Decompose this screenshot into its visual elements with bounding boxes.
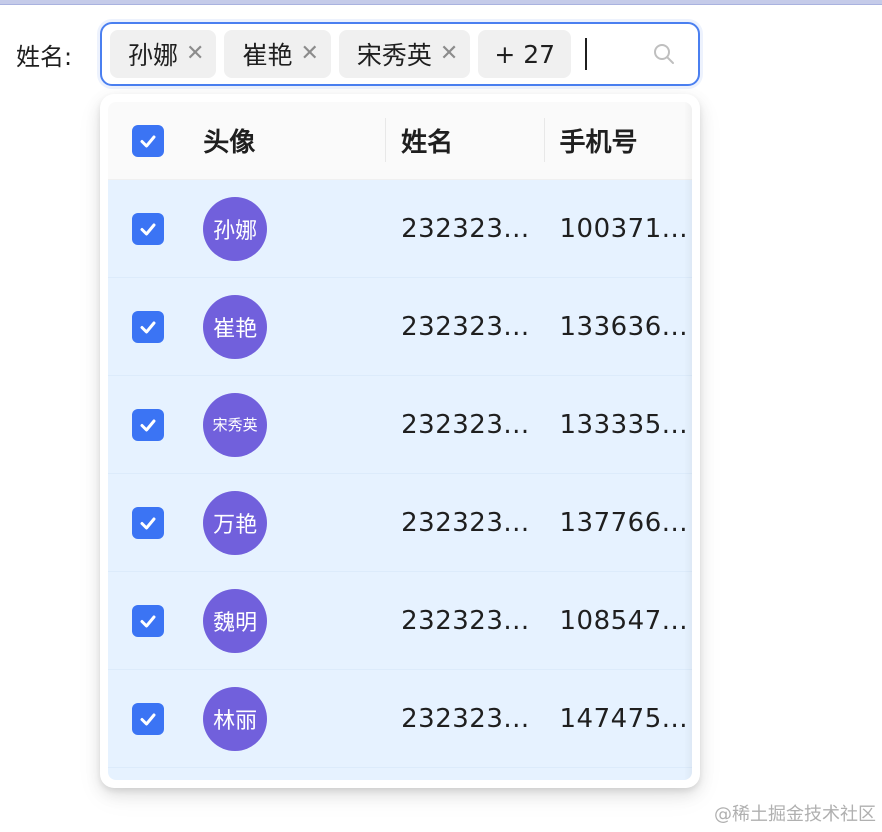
avatar-cell: 宋秀英 — [203, 376, 385, 473]
row-checkbox-cell — [108, 278, 203, 375]
header-phone: 手机号 — [543, 102, 693, 179]
phone-cell: 108547... — [559, 605, 689, 636]
selection-table: 头像 姓名 手机号 孙娜 232323... 100371... 崔艳 232323..… — [108, 102, 692, 780]
checkmark-icon — [140, 517, 156, 529]
row-checkbox-cell — [108, 474, 203, 571]
dropdown-panel: 头像 姓名 手机号 孙娜 232323... 100371... 崔艳 232323..… — [100, 94, 700, 788]
name-cell: 232323... — [401, 703, 530, 734]
name-cell: 232323... — [401, 507, 530, 538]
row-checkbox[interactable] — [132, 702, 164, 735]
checkmark-icon — [140, 135, 156, 147]
row-checkbox[interactable] — [132, 604, 164, 637]
avatar-cell: 万艳 — [203, 474, 385, 571]
close-icon[interactable]: ✕ — [440, 43, 458, 65]
name-cell: 232323... — [401, 409, 530, 440]
table-row[interactable]: 林丽 232323... 147475... — [108, 670, 692, 768]
row-checkbox[interactable] — [132, 212, 164, 245]
row-checkbox[interactable] — [132, 310, 164, 343]
avatar: 孙娜 — [203, 196, 268, 261]
table-row[interactable]: 孙娜 232323... 100371... — [108, 180, 692, 278]
checkmark-icon — [140, 419, 156, 431]
phone-cell: 133335... — [559, 409, 689, 440]
row-checkbox[interactable] — [132, 408, 164, 441]
checkmark-icon — [140, 713, 156, 725]
table-row[interactable]: 崔艳 232323... 133636... — [108, 278, 692, 376]
avatar-cell: 魏明 — [203, 572, 385, 669]
avatar: 魏明 — [203, 588, 268, 653]
table-row-partial — [108, 768, 692, 780]
table-body: 孙娜 232323... 100371... 崔艳 232323... 133636...… — [108, 180, 692, 768]
avatar-cell: 崔艳 — [203, 278, 385, 375]
phone-cell: 100371... — [559, 213, 689, 244]
avatar: 林丽 — [203, 686, 268, 751]
form-item-name: 姓名: — [16, 22, 100, 86]
checkmark-icon — [140, 321, 156, 333]
text-caret — [585, 38, 588, 70]
watermark: @稀土掘金技术社区 — [714, 804, 876, 825]
name-cell: 232323... — [401, 311, 530, 342]
selected-tag: 宋秀英 ✕ — [338, 30, 471, 78]
table-row[interactable]: 万艳 232323... 137766... — [108, 474, 692, 572]
row-checkbox[interactable] — [132, 506, 164, 539]
table-row[interactable]: 宋秀英 232323... 133335... — [108, 376, 692, 474]
row-checkbox-cell — [108, 670, 203, 767]
close-icon[interactable]: ✕ — [186, 43, 204, 65]
avatar-cell: 林丽 — [203, 670, 385, 767]
phone-cell: 133636... — [559, 311, 689, 342]
header-name: 姓名 — [385, 102, 543, 179]
more-tags-label: + 27 — [494, 39, 556, 69]
selected-tag: 崔艳 ✕ — [224, 30, 331, 78]
tag-label: 崔艳 — [242, 41, 293, 70]
table-header: 头像 姓名 手机号 — [108, 102, 692, 180]
form-label: 姓名: — [16, 42, 73, 71]
checkmark-icon — [140, 615, 156, 627]
tag-label: 孙娜 — [128, 41, 179, 70]
name-cell: 232323... — [401, 213, 530, 244]
tag-label: 宋秀英 — [356, 41, 432, 70]
row-checkbox-cell — [108, 376, 203, 473]
checkmark-icon — [140, 223, 156, 235]
avatar: 崔艳 — [203, 294, 268, 359]
header-checkbox-cell — [108, 102, 203, 179]
scrollbar[interactable] — [684, 102, 692, 780]
avatar: 万艳 — [203, 490, 268, 555]
selected-tag: 孙娜 ✕ — [110, 30, 217, 78]
avatar: 宋秀英 — [203, 392, 268, 457]
more-tags-badge[interactable]: + 27 — [478, 30, 572, 78]
row-checkbox-cell — [108, 180, 203, 277]
table-row[interactable]: 魏明 232323... 108547... — [108, 572, 692, 670]
phone-cell: 147475... — [559, 703, 689, 734]
header-avatar: 头像 — [203, 128, 256, 158]
avatar-cell: 孙娜 — [203, 180, 385, 277]
multi-select-input[interactable]: 孙娜 ✕ 崔艳 ✕ 宋秀英 ✕ + 27 — [100, 22, 700, 86]
row-checkbox-cell — [108, 572, 203, 669]
top-divider — [0, 0, 882, 5]
search-icon[interactable] — [652, 42, 676, 66]
phone-cell: 137766... — [559, 507, 689, 538]
select-all-checkbox[interactable] — [132, 124, 164, 157]
name-cell: 232323... — [401, 605, 530, 636]
close-icon[interactable]: ✕ — [300, 43, 318, 65]
